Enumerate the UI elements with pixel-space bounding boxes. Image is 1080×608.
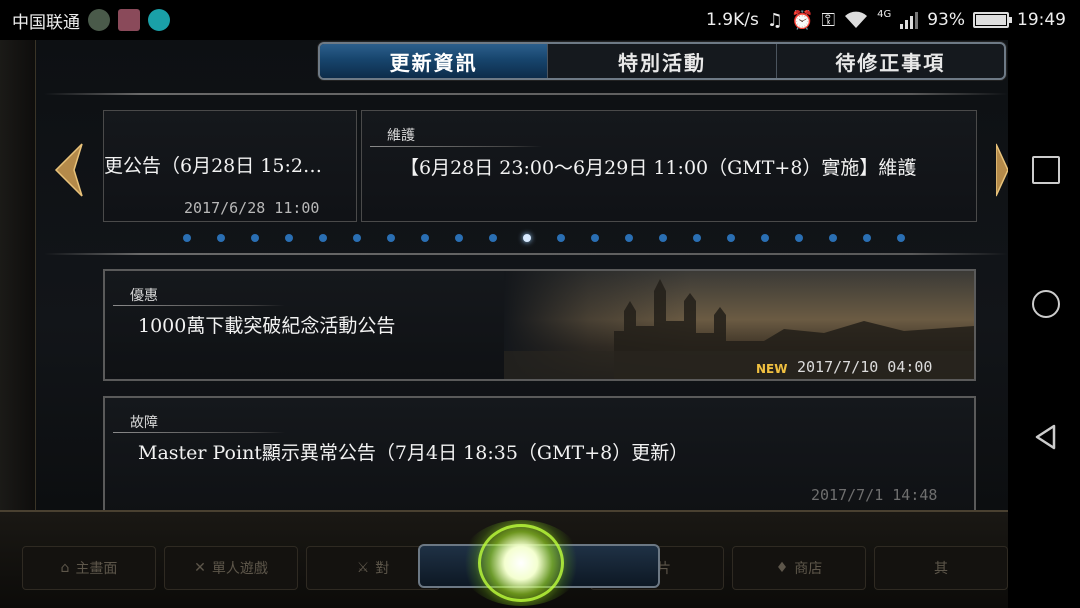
news-item[interactable]: 優惠 1000萬下載突破紀念活動公告 NEW 2017/7/10 04:00 (103, 269, 976, 381)
tag-underline (370, 146, 542, 147)
carousel-page-dot[interactable] (863, 234, 871, 242)
alarm-icon: ⏰ (790, 9, 814, 31)
tab-known-issues[interactable]: 待修正事項 (777, 44, 1004, 78)
app-notification-icon (88, 9, 110, 31)
news-tabs: 更新資訊 特別活動 待修正事項 (318, 42, 1006, 80)
carrier-label: 中国联通 (12, 12, 80, 33)
crossed-swords-icon: ⚔ (356, 560, 370, 576)
menu-label: 單人遊戲 (211, 561, 268, 577)
menu-home[interactable]: ⌂ 主畫面 (22, 546, 156, 590)
menu-shop[interactable]: ♦ 商店 (732, 546, 866, 590)
carousel-page-dot[interactable] (727, 234, 735, 242)
battery-percent: 93% (927, 10, 965, 30)
carousel-page-dot[interactable] (829, 234, 837, 242)
divider (44, 253, 1008, 255)
key-icon: ⚿ (821, 9, 836, 31)
app-notification-icon (118, 9, 140, 31)
news-title: 1000萬下載突破紀念活動公告 (138, 315, 396, 337)
news-date: 2017/7/1 14:48 (811, 486, 938, 504)
carousel-page-dot[interactable] (251, 234, 259, 242)
carousel-page-dot[interactable] (625, 234, 633, 242)
tab-updates[interactable]: 更新資訊 (320, 44, 549, 78)
news-item[interactable]: 故障 Master Point顯示異常公告（7月4日 18:35（GMT+8）更… (103, 396, 976, 516)
news-title: Master Point顯示異常公告（7月4日 18:35（GMT+8）更新） (138, 442, 689, 464)
carousel-page-dot[interactable] (523, 234, 531, 242)
clock: 19:49 (1017, 10, 1066, 30)
android-nav-bar (1008, 40, 1080, 608)
menu-other[interactable]: 其 (874, 546, 1008, 590)
network-type: 4G (877, 8, 892, 20)
recent-apps-icon[interactable] (1032, 156, 1060, 184)
carousel-page-dot[interactable] (761, 234, 769, 242)
left-frame (0, 40, 36, 510)
tab-special-events[interactable]: 特別活動 (548, 44, 777, 78)
home-icon: ⌂ (60, 560, 70, 576)
back-icon[interactable] (1032, 423, 1060, 451)
timer-app-icon (148, 9, 170, 31)
sword-icon: ✕ (194, 560, 206, 576)
carousel-page-dot[interactable] (659, 234, 667, 242)
bottom-menu-bar: ⌂主畫面 ✕單人遊戲 ⚔對 卡片 ♦商店 其 (0, 510, 1008, 608)
carousel-page-dot[interactable] (217, 234, 225, 242)
carousel-card-current[interactable]: 維護 【6月28日 23:00〜6月29日 11:00（GMT+8）實施】維護 (361, 110, 977, 222)
carousel-page-dot[interactable] (897, 234, 905, 242)
carousel-card-tag: 維護 (387, 128, 415, 144)
carousel-page-dot[interactable] (693, 234, 701, 242)
news-date: 2017/7/10 04:00 (797, 358, 933, 376)
carousel-card-title: 【6月28日 23:00〜6月29日 11:00（GMT+8）實施】維護 (400, 157, 917, 179)
news-tag: 故障 (130, 415, 158, 431)
news-tag: 優惠 (130, 288, 158, 304)
carousel-card-previous[interactable]: 更公告（6月28日 15:2… 2017/6/28 11:00 (103, 110, 357, 222)
menu-label: 對 (375, 561, 390, 577)
carousel-page-dot[interactable] (421, 234, 429, 242)
carousel-card-title: 更公告（6月28日 15:2… (104, 155, 322, 177)
carousel-pagination (183, 234, 905, 242)
carousel-page-dot[interactable] (319, 234, 327, 242)
carousel-page-dot[interactable] (557, 234, 565, 242)
carousel-page-dot[interactable] (285, 234, 293, 242)
carousel-prev-arrow-icon[interactable] (52, 140, 86, 200)
carousel-page-dot[interactable] (353, 234, 361, 242)
divider (44, 93, 1008, 95)
carousel-page-dot[interactable] (489, 234, 497, 242)
tap-glow-ring (478, 524, 564, 602)
game-screen: 更新資訊 特別活動 待修正事項 更公告（6月28日 15:2… 2017/6/2… (0, 40, 1008, 608)
carousel-card-date: 2017/6/28 11:00 (184, 199, 320, 217)
carousel-page-dot[interactable] (387, 234, 395, 242)
carousel-page-dot[interactable] (455, 234, 463, 242)
carousel-page-dot[interactable] (183, 234, 191, 242)
net-speed: 1.9K/s (706, 10, 759, 30)
home-icon[interactable] (1032, 290, 1060, 318)
menu-single-player[interactable]: ✕ 單人遊戲 (164, 546, 298, 590)
shop-icon: ♦ (775, 560, 789, 576)
signal-icon (900, 12, 919, 29)
carousel-page-dot[interactable] (591, 234, 599, 242)
battery-icon (973, 12, 1012, 28)
status-bar: 中国联通 1.9K/s ♫ ⏰ ⚿ 4G 93% 19:49 (0, 0, 1080, 40)
tag-underline (113, 305, 285, 306)
menu-label: 主畫面 (75, 561, 118, 577)
menu-label: 其 (934, 561, 948, 577)
tag-underline (113, 432, 285, 433)
wifi-icon (845, 11, 868, 28)
carousel-page-dot[interactable] (795, 234, 803, 242)
carousel-next-arrow-icon[interactable] (996, 140, 1008, 200)
new-badge: NEW (756, 362, 788, 376)
menu-label: 商店 (794, 561, 823, 577)
headset-icon: ♫ (766, 9, 783, 31)
